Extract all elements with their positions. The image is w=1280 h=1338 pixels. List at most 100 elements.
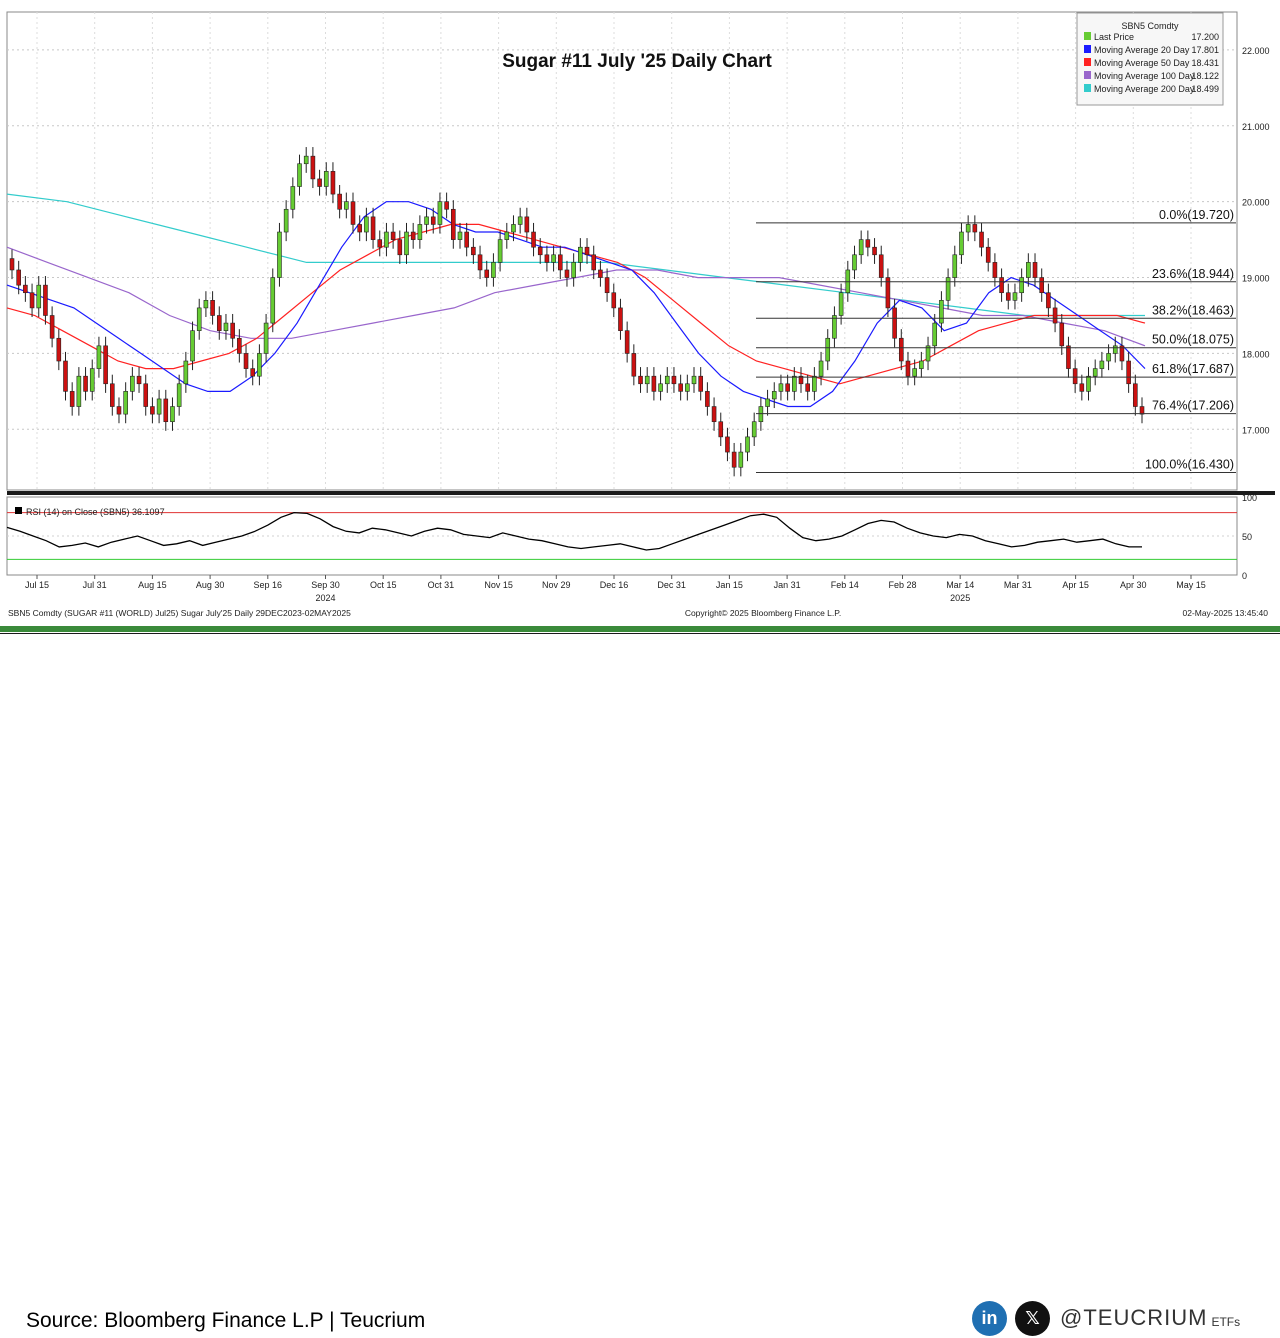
candle	[1005, 292, 1011, 301]
candle	[76, 375, 82, 407]
candle	[818, 360, 824, 377]
candle	[130, 375, 135, 392]
candle	[965, 224, 971, 233]
candle	[110, 383, 115, 407]
candle	[16, 269, 21, 286]
candle	[878, 254, 884, 278]
legend-item-value: 18.122	[1191, 71, 1219, 81]
x-tick-label: Sep 16	[254, 580, 283, 590]
candle	[517, 216, 523, 225]
candle	[310, 155, 316, 180]
candle	[664, 375, 670, 385]
candle	[290, 186, 296, 210]
candle	[344, 201, 349, 210]
candle	[571, 262, 576, 278]
legend-item-name: Last Price	[1094, 32, 1134, 42]
candle	[598, 269, 603, 278]
x-tick-label: May 15	[1176, 580, 1206, 590]
candle	[103, 345, 108, 385]
x-tick-label: Sep 30	[311, 580, 340, 590]
x-tick-label: Oct 15	[370, 580, 397, 590]
candle	[745, 436, 750, 453]
candle	[1072, 368, 1078, 385]
rsi-tick-label: 50	[1242, 532, 1252, 542]
candle	[972, 224, 978, 233]
candle	[330, 171, 336, 195]
candle	[985, 246, 991, 263]
candle	[364, 216, 369, 233]
candle	[243, 353, 249, 369]
candle	[731, 451, 737, 468]
year-label: 2024	[315, 593, 335, 603]
candle	[444, 201, 449, 210]
legend-swatch	[1084, 32, 1091, 40]
candle	[1012, 292, 1018, 301]
candle	[270, 277, 276, 324]
candle	[711, 406, 717, 423]
candle	[952, 254, 958, 278]
candle	[136, 375, 142, 385]
candle	[170, 406, 175, 423]
candle	[825, 337, 831, 362]
brand-etfs: ETFs	[1211, 1315, 1241, 1329]
candle	[350, 201, 356, 225]
candle	[183, 360, 189, 385]
candle	[832, 315, 837, 339]
x-tick-label: Dec 31	[657, 580, 686, 590]
candle	[564, 269, 570, 278]
candle	[718, 421, 724, 438]
x-tick-label: Aug 30	[196, 580, 225, 590]
candle	[491, 262, 496, 278]
candle	[1112, 345, 1118, 354]
candle	[1066, 345, 1071, 369]
bloomberg-info-left: SBN5 Comdty (SUGAR #11 (WORLD) Jul25) Su…	[8, 608, 351, 618]
chart-title: Sugar #11 July '25 Daily Chart	[502, 51, 772, 72]
candle	[905, 360, 911, 377]
candle	[1079, 383, 1085, 392]
candle	[691, 375, 697, 385]
rsi-tick-label: 100	[1242, 493, 1257, 503]
candle	[644, 375, 650, 385]
candle	[537, 246, 543, 256]
candle	[1139, 406, 1145, 415]
candle	[303, 155, 309, 165]
candle	[56, 337, 62, 362]
candle	[1052, 307, 1058, 324]
candle	[163, 398, 169, 423]
price-tick-label: 17.000	[1242, 425, 1270, 435]
x-twitter-icon[interactable]: 𝕏	[1015, 1300, 1050, 1336]
candle	[277, 231, 282, 278]
candle	[210, 300, 215, 316]
candle	[939, 300, 944, 324]
candle	[216, 315, 222, 331]
candle	[404, 231, 409, 256]
candle	[337, 193, 342, 210]
candle	[638, 375, 643, 385]
candle	[1019, 277, 1024, 294]
candle	[69, 391, 75, 407]
legend-item-name: Moving Average 20 Day	[1094, 45, 1190, 55]
candle	[430, 216, 436, 225]
candle	[437, 201, 443, 225]
fib-label: 50.0%(18.075)	[1152, 333, 1234, 347]
x-tick-label: Apr 30	[1120, 580, 1147, 590]
candle	[1099, 360, 1105, 369]
fib-label: 100.0%(16.430)	[1145, 458, 1234, 472]
candle	[992, 262, 998, 278]
candle	[631, 353, 637, 377]
legend-item-name: Moving Average 200 Day	[1094, 84, 1195, 94]
candle	[524, 216, 530, 233]
linkedin-icon[interactable]: in	[972, 1300, 1007, 1336]
x-tick-label: Apr 15	[1062, 580, 1089, 590]
candle	[116, 406, 122, 415]
legend-item-name: Moving Average 100 Day	[1094, 71, 1195, 81]
candle	[805, 383, 810, 392]
candle	[1092, 368, 1098, 377]
panel-separator	[7, 491, 1275, 495]
x-tick-label: Jul 31	[83, 580, 107, 590]
legend-swatch	[1084, 45, 1091, 53]
candle	[190, 330, 195, 362]
candle	[477, 254, 483, 271]
rsi-label: RSI (14) on Close (SBN5) 36.1097	[26, 507, 165, 517]
legend-item-value: 18.499	[1191, 84, 1219, 94]
